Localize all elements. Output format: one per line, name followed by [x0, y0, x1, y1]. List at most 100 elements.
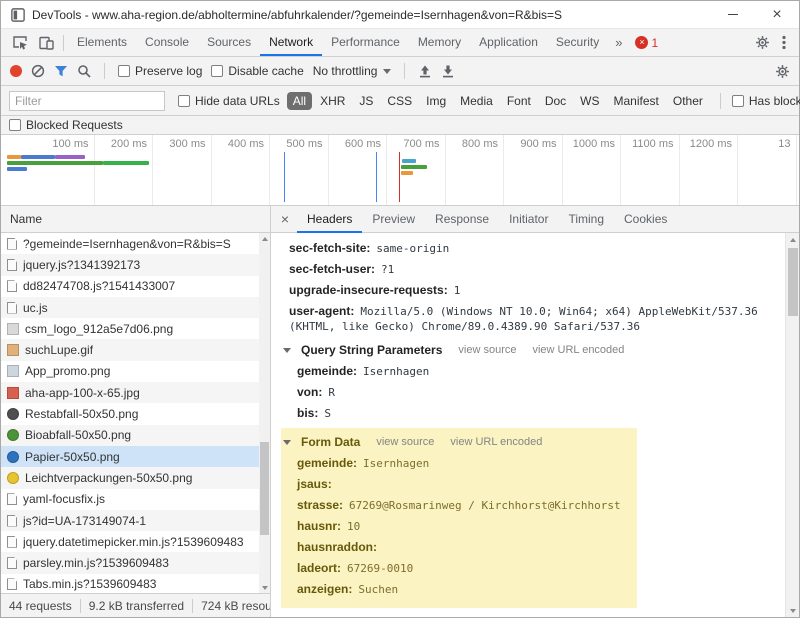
request-row[interactable]: csm_logo_912a5e7d06.png [1, 318, 259, 339]
request-row[interactable]: aha-app-100-x-65.jpg [1, 382, 259, 403]
request-row[interactable]: yaml-focusfix.js [1, 489, 259, 510]
script-icon [7, 578, 17, 590]
form-data-section-header[interactable]: Form Data view source view URL encoded [281, 429, 631, 453]
hide-data-urls-checkbox[interactable]: Hide data URLs [178, 94, 280, 108]
tab-elements[interactable]: Elements [68, 29, 136, 56]
tab-console[interactable]: Console [136, 29, 198, 56]
name-column-label: Name [10, 212, 42, 226]
name-column-header[interactable]: Name [1, 206, 270, 233]
clear-button[interactable] [31, 64, 45, 78]
request-row[interactable]: ?gemeinde=Isernhagen&von=R&bis=S [1, 233, 259, 254]
scrollbar-thumb[interactable] [788, 248, 798, 316]
checkbox-icon [118, 65, 130, 77]
request-row[interactable]: Tabs.min.js?1539609483 [1, 574, 259, 593]
param-value: S [324, 407, 331, 420]
tab-performance[interactable]: Performance [322, 29, 409, 56]
chip-font[interactable]: Font [501, 92, 537, 110]
view-source-link[interactable]: view source [376, 436, 434, 448]
chip-xhr[interactable]: XHR [314, 92, 351, 110]
inspect-element-button[interactable] [7, 30, 33, 56]
waterfall-bar [7, 167, 27, 171]
more-tabs-button[interactable]: » [608, 35, 629, 50]
export-har-button[interactable] [441, 65, 455, 78]
close-button[interactable]: × [755, 1, 799, 28]
close-details-button[interactable]: × [273, 211, 297, 227]
chip-media[interactable]: Media [454, 92, 499, 110]
view-url-encoded-link[interactable]: view URL encoded [532, 344, 624, 356]
tab-response[interactable]: Response [425, 206, 499, 233]
blocked-requests-checkbox[interactable]: Blocked Requests [9, 118, 123, 132]
console-error-badge[interactable]: × 1 [635, 36, 658, 50]
chip-all[interactable]: All [287, 92, 312, 110]
view-source-link[interactable]: view source [458, 344, 516, 356]
request-row[interactable]: suchLupe.gif [1, 339, 259, 360]
request-row[interactable]: uc.js [1, 297, 259, 318]
request-row[interactable]: jquery.js?1341392173 [1, 254, 259, 275]
devtools-menu-button[interactable] [775, 30, 793, 56]
request-list-scrollbar[interactable] [259, 233, 270, 593]
minimize-button[interactable] [711, 1, 755, 28]
disclosure-triangle-icon[interactable] [283, 440, 291, 445]
scroll-down-button[interactable] [259, 582, 270, 593]
scroll-up-button[interactable] [786, 233, 799, 246]
details-scrollbar[interactable] [785, 233, 799, 617]
chip-manifest[interactable]: Manifest [608, 92, 665, 110]
filter-toggle-button[interactable] [54, 65, 68, 78]
query-string-section-header[interactable]: Query String Parameters view source view… [281, 337, 775, 361]
chip-img[interactable]: Img [420, 92, 452, 110]
network-summary-bar: 44 requests 9.2 kB transferred 724 kB re… [1, 593, 270, 617]
request-row-selected[interactable]: Papier-50x50.png [1, 446, 259, 467]
search-button[interactable] [77, 64, 91, 78]
request-row[interactable]: Bioabfall-50x50.png [1, 425, 259, 446]
tab-preview[interactable]: Preview [362, 206, 425, 233]
request-row[interactable]: parsley.min.js?1539609483 [1, 552, 259, 573]
param-value: Isernhagen [363, 457, 429, 470]
scroll-down-button[interactable] [786, 604, 799, 617]
tab-initiator[interactable]: Initiator [499, 206, 558, 233]
tab-security[interactable]: Security [547, 29, 608, 56]
request-row[interactable]: Restabfall-50x50.png [1, 403, 259, 424]
request-row[interactable]: js?id=UA-173149074-1 [1, 510, 259, 531]
tab-memory[interactable]: Memory [409, 29, 470, 56]
script-icon [7, 280, 17, 292]
settings-button[interactable] [749, 30, 775, 56]
record-button[interactable] [10, 65, 22, 77]
tab-application[interactable]: Application [470, 29, 547, 56]
has-blocked-cookies-checkbox[interactable]: Has blocked cookies [732, 94, 800, 108]
request-row[interactable]: Leichtverpackungen-50x50.png [1, 467, 259, 488]
view-url-encoded-link[interactable]: view URL encoded [450, 436, 542, 448]
param-name: ladeort [297, 561, 341, 575]
tab-cookies[interactable]: Cookies [614, 206, 677, 233]
preserve-log-checkbox[interactable]: Preserve log [118, 64, 202, 78]
disable-cache-checkbox[interactable]: Disable cache [211, 64, 303, 78]
filter-input[interactable] [9, 91, 165, 111]
timeline-ruler: 100 ms 200 ms 300 ms 400 ms 500 ms 600 m… [1, 135, 799, 205]
chip-js[interactable]: JS [353, 92, 379, 110]
request-row[interactable]: jquery.datetimepicker.min.js?1539609483 [1, 531, 259, 552]
disclosure-triangle-icon[interactable] [283, 348, 291, 353]
device-toolbar-button[interactable] [33, 30, 59, 56]
chip-other[interactable]: Other [667, 92, 709, 110]
request-row[interactable]: dd82474708.js?1541433007 [1, 276, 259, 297]
network-settings-button[interactable] [775, 64, 790, 79]
timeline-tick: 700 ms [387, 135, 446, 205]
chip-doc[interactable]: Doc [539, 92, 572, 110]
form-param-line: ladeort67269-0010 [281, 558, 631, 579]
param-value: Isernhagen [363, 365, 429, 378]
tab-network[interactable]: Network [260, 29, 322, 56]
throttling-select[interactable]: No throttling [313, 64, 392, 78]
network-overview[interactable]: 100 ms 200 ms 300 ms 400 ms 500 ms 600 m… [1, 135, 799, 206]
waterfall-bar [103, 161, 149, 165]
request-row[interactable]: App_promo.png [1, 361, 259, 382]
import-har-button[interactable] [418, 65, 432, 78]
chip-css[interactable]: CSS [381, 92, 418, 110]
tab-timing[interactable]: Timing [558, 206, 614, 233]
scroll-up-button[interactable] [259, 233, 270, 244]
request-name: Leichtverpackungen-50x50.png [25, 471, 192, 485]
tab-headers[interactable]: Headers [297, 206, 362, 233]
tab-sources[interactable]: Sources [198, 29, 260, 56]
chip-ws[interactable]: WS [574, 92, 605, 110]
blocked-requests-row: Blocked Requests [1, 116, 799, 135]
scrollbar-thumb[interactable] [260, 442, 269, 536]
header-value: 1 [454, 284, 461, 297]
